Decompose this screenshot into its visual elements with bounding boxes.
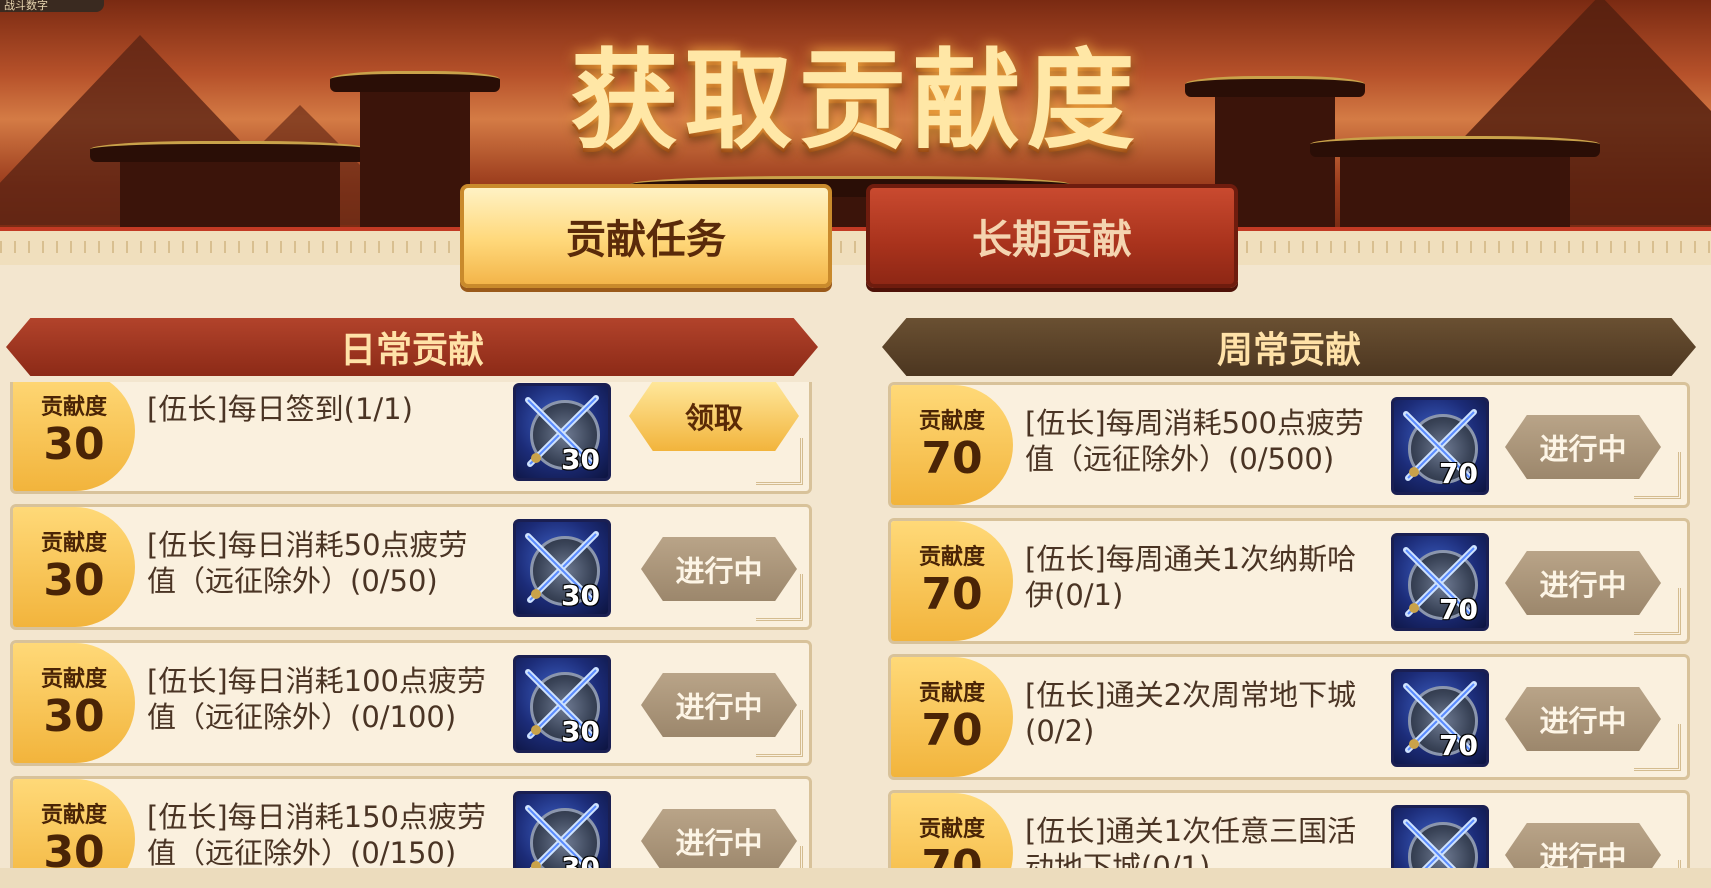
task-row: 贡献度 70 [伍长]每周通关1次纳斯哈伊(0/1) 70 进行中	[888, 518, 1690, 644]
in-progress-button[interactable]: 进行中	[1505, 415, 1661, 479]
reward-item[interactable]: 30	[513, 655, 611, 753]
task-row: 贡献度 30 [伍长]每日消耗100点疲劳值（远征除外）(0/100) 30 进行中	[10, 640, 812, 766]
task-description: [伍长]每周通关1次纳斯哈伊(0/1)	[1025, 542, 1357, 612]
contribution-badge: 贡献度 30	[13, 779, 135, 868]
task-row: 贡献度 70 [伍长]通关2次周常地下城(0/2) 70 进行中	[888, 654, 1690, 780]
task-description: [伍长]每日消耗150点疲劳值（远征除外）(0/150)	[147, 800, 486, 868]
contribution-badge: 贡献度 30	[13, 382, 135, 491]
reward-quantity: 70	[1439, 457, 1478, 490]
badge-points: 70	[921, 841, 983, 869]
task-description: [伍长]每周消耗500点疲劳值（远征除外）(0/500)	[1025, 406, 1364, 476]
in-progress-button[interactable]: 进行中	[641, 673, 797, 737]
reward-quantity: 30	[561, 579, 600, 612]
task-description: [伍长]通关2次周常地下城(0/2)	[1025, 678, 1357, 748]
tab-long-term-contribution[interactable]: 长期贡献	[866, 184, 1238, 288]
task-description: [伍长]通关1次任意三国活动地下城(0/1)	[1025, 814, 1357, 868]
reward-quantity: 30	[561, 715, 600, 748]
corner-tag: 战斗数字	[0, 0, 104, 12]
task-description: [伍长]每日签到(1/1)	[147, 392, 413, 426]
reward-quantity: 70	[1439, 593, 1478, 626]
weekly-task-list[interactable]: 贡献度 70 [伍长]每周消耗500点疲劳值（远征除外）(0/500) 70 进行中 贡献…	[888, 382, 1690, 868]
reward-item[interactable]: 70	[1391, 669, 1489, 767]
fret-border	[0, 227, 1711, 265]
contribution-badge: 贡献度 70	[891, 521, 1013, 641]
task-row: 贡献度 70 [伍长]每周消耗500点疲劳值（远征除外）(0/500) 70 进行中	[888, 382, 1690, 508]
page-title: 获取贡献度	[570, 38, 1141, 164]
claim-button[interactable]: 领取	[629, 382, 799, 451]
contribution-badge: 贡献度 70	[891, 793, 1013, 868]
task-row: 贡献度 30 [伍长]每日消耗50点疲劳值（远征除外）(0/50) 30 进行中	[10, 504, 812, 630]
header-banner: 战斗数字 获取贡献度	[0, 0, 1711, 265]
contribution-badge: 贡献度 70	[891, 657, 1013, 777]
reward-item[interactable]: 70	[1391, 805, 1489, 868]
in-progress-button[interactable]: 进行中	[1505, 823, 1661, 868]
weekly-section-header: 周常贡献	[882, 318, 1696, 376]
task-row: 贡献度 30 [伍长]每日签到(1/1) 30 领取	[10, 382, 812, 494]
badge-points: 30	[43, 419, 105, 470]
badge-points: 30	[43, 555, 105, 606]
badge-label: 贡献度	[40, 395, 107, 420]
badge-label: 贡献度	[918, 545, 985, 570]
in-progress-button[interactable]: 进行中	[1505, 687, 1661, 751]
reward-item[interactable]: 30	[513, 519, 611, 617]
task-row: 贡献度 30 [伍长]每日消耗150点疲劳值（远征除外）(0/150) 30 进行中	[10, 776, 812, 868]
daily-section-header: 日常贡献	[6, 318, 818, 376]
reward-quantity: 30	[561, 443, 600, 476]
crossed-swords-icon	[1403, 817, 1477, 868]
badge-label: 贡献度	[40, 803, 107, 828]
badge-points: 70	[921, 433, 983, 484]
bottom-strip	[0, 868, 1711, 888]
task-row: 贡献度70[伍长]通关1次任意三国活动地下城(0/1)70进行中	[888, 790, 1690, 868]
in-progress-button[interactable]: 进行中	[641, 809, 797, 868]
badge-points: 70	[921, 569, 983, 620]
badge-points: 30	[43, 691, 105, 742]
badge-label: 贡献度	[918, 681, 985, 706]
badge-label: 贡献度	[918, 817, 985, 842]
badge-label: 贡献度	[40, 667, 107, 692]
task-description: [伍长]每日消耗50点疲劳值（远征除外）(0/50)	[147, 528, 468, 598]
reward-quantity: 70	[1439, 729, 1478, 762]
reward-item[interactable]: 70	[1391, 397, 1489, 495]
contribution-badge: 贡献度 30	[13, 507, 135, 627]
reward-quantity: 30	[561, 851, 600, 868]
reward-item[interactable]: 30	[513, 383, 611, 481]
badge-points: 70	[921, 705, 983, 756]
contribution-badge: 贡献度 30	[13, 643, 135, 763]
badge-label: 贡献度	[40, 531, 107, 556]
reward-item[interactable]: 30	[513, 791, 611, 868]
in-progress-button[interactable]: 进行中	[641, 537, 797, 601]
badge-points: 30	[43, 827, 105, 869]
in-progress-button[interactable]: 进行中	[1505, 551, 1661, 615]
task-description: [伍长]每日消耗100点疲劳值（远征除外）(0/100)	[147, 664, 486, 734]
tab-contribution-tasks[interactable]: 贡献任务	[460, 184, 832, 288]
reward-item[interactable]: 70	[1391, 533, 1489, 631]
badge-label: 贡献度	[918, 409, 985, 434]
contribution-badge: 贡献度 70	[891, 385, 1013, 505]
daily-task-list[interactable]: 贡献度 30 [伍长]每日签到(1/1) 30 领取 贡献度 30 [伍长]每日消耗50点疲劳…	[10, 382, 812, 868]
